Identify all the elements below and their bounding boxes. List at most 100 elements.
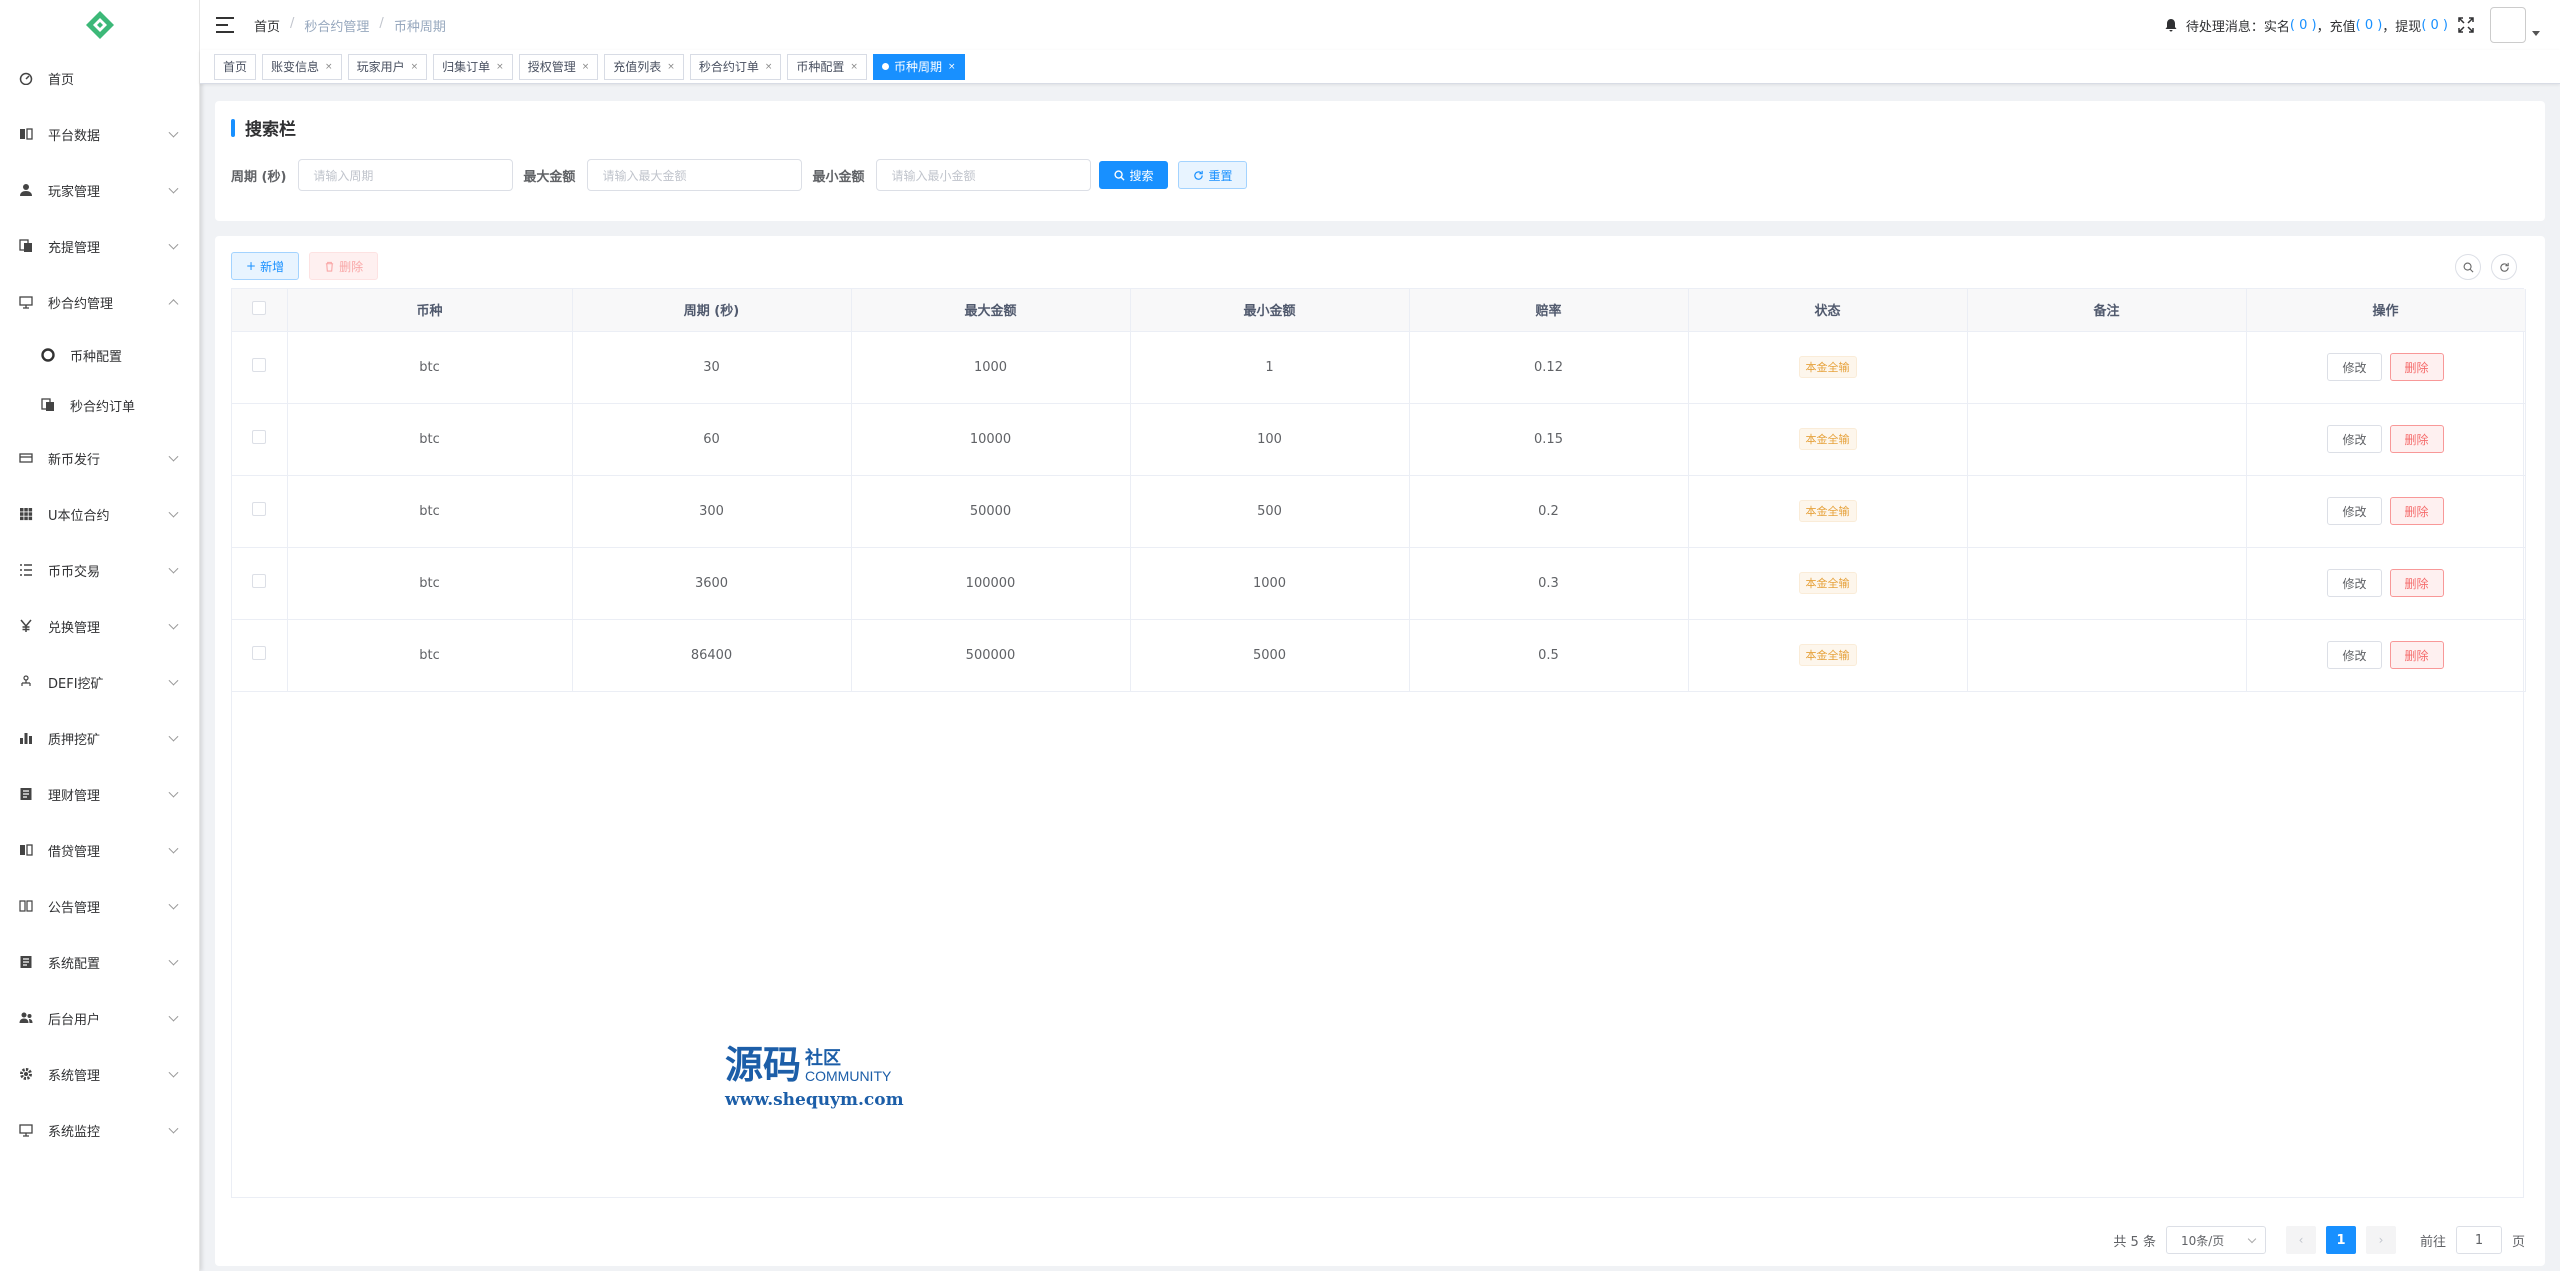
tab-1[interactable]: 账变信息 ×	[262, 53, 342, 80]
cell-remark	[1967, 619, 2247, 692]
tab-4[interactable]: 授权管理 ×	[518, 53, 599, 80]
sidebar-item-11[interactable]: DEFI挖矿	[0, 654, 199, 710]
fullscreen-icon[interactable]	[2458, 17, 2474, 33]
row-checkbox[interactable]	[252, 502, 267, 516]
search-button[interactable]: 搜索	[1099, 161, 1169, 189]
sidebar-item-16[interactable]: 系统配置	[0, 934, 199, 990]
delete-button[interactable]: 删除	[2389, 569, 2444, 597]
edit-button[interactable]: 修改	[2327, 641, 2382, 669]
withdraw-count[interactable]: ( 0 )	[2421, 18, 2448, 33]
select-all-checkbox[interactable]	[252, 300, 267, 315]
sidebar-item-17[interactable]: 后台用户	[0, 990, 199, 1046]
page-size-select[interactable]: 10条/页	[2165, 1226, 2266, 1254]
close-icon[interactable]: ×	[582, 62, 590, 72]
close-icon[interactable]: ×	[765, 62, 773, 72]
min-amount-input[interactable]: 请输入最小金额	[876, 159, 1092, 191]
tab-6[interactable]: 秒合约订单 ×	[689, 53, 782, 80]
close-icon[interactable]: ×	[411, 62, 419, 72]
row-checkbox[interactable]	[252, 358, 267, 372]
logo-icon	[85, 11, 114, 39]
delete-button[interactable]: 删除	[2389, 425, 2444, 453]
cell-coin: btc	[287, 403, 573, 476]
close-icon[interactable]: ×	[850, 62, 858, 72]
sidebar-item-0[interactable]: 首页	[0, 50, 199, 106]
sidebar-item-15[interactable]: 公告管理	[0, 878, 199, 934]
goto-label: 前往	[2419, 1234, 2446, 1250]
reset-button[interactable]: 重置	[1178, 161, 1248, 189]
sidebar-item-9[interactable]: 币币交易	[0, 542, 199, 598]
add-button[interactable]: + 新增	[231, 252, 300, 280]
cell-remark	[1967, 331, 2247, 404]
sidebar-item-5[interactable]: 币种配置	[0, 330, 199, 380]
period-input[interactable]: 请输入周期	[298, 159, 514, 191]
tab-8[interactable]: 币种周期 ×	[872, 53, 965, 80]
edit-button[interactable]: 修改	[2327, 425, 2382, 453]
sidebar-item-label: 平台数据	[48, 128, 101, 144]
goto-input[interactable]: 1	[2455, 1226, 2502, 1254]
delete-button[interactable]: 删除	[2389, 497, 2444, 525]
close-icon[interactable]: ×	[667, 62, 675, 72]
chevron-down-icon	[168, 507, 179, 518]
sidebar-item-label: 公告管理	[48, 900, 101, 916]
sidebar-item-7[interactable]: 新币发行	[0, 430, 199, 486]
max-amount-label: 最大金额	[523, 169, 576, 185]
row-checkbox[interactable]	[252, 646, 267, 660]
edit-button[interactable]: 修改	[2327, 497, 2382, 525]
bell-icon[interactable]	[2164, 18, 2178, 32]
bulk-delete-button[interactable]: 删除	[309, 252, 379, 280]
cell-actions: 修改 删除	[2246, 475, 2526, 548]
cell-odds: 0.5	[1409, 619, 1689, 692]
tab-7[interactable]: 币种配置 ×	[787, 53, 867, 80]
chevron-down-icon	[168, 1011, 179, 1022]
sidebar-item-4[interactable]: 秒合约管理	[0, 274, 199, 330]
sidebar-item-18[interactable]: 系统管理	[0, 1046, 199, 1102]
row-checkbox[interactable]	[252, 430, 267, 444]
sidebar-item-6[interactable]: 秒合约订单	[0, 380, 199, 430]
chevron-down-icon	[168, 787, 179, 798]
data-icon	[18, 126, 34, 142]
max-amount-input[interactable]: 请输入最大金额	[587, 159, 803, 191]
sidebar-item-1[interactable]: 平台数据	[0, 106, 199, 162]
recharge-count[interactable]: ( 0 )	[2356, 18, 2383, 33]
header-period: 周期 (秒)	[572, 289, 852, 332]
realname-count[interactable]: ( 0 )	[2290, 18, 2317, 33]
sidebar-item-13[interactable]: 理财管理	[0, 766, 199, 822]
goto-suffix: 页	[2511, 1234, 2525, 1250]
tab-3[interactable]: 归集订单 ×	[433, 53, 513, 80]
edit-button[interactable]: 修改	[2327, 353, 2382, 381]
hamburger-icon[interactable]	[216, 17, 234, 33]
delete-button[interactable]: 删除	[2389, 353, 2444, 381]
sidebar-item-label: DEFI挖矿	[48, 676, 104, 692]
sidebar-item-14[interactable]: 借贷管理	[0, 822, 199, 878]
sidebar-item-2[interactable]: 玩家管理	[0, 162, 199, 218]
close-icon[interactable]: ×	[325, 62, 333, 72]
refresh-button[interactable]	[2491, 254, 2517, 280]
edit-button[interactable]: 修改	[2327, 569, 2382, 597]
header-coin: 币种	[287, 289, 573, 332]
page-number[interactable]: 1	[2325, 1226, 2356, 1254]
next-page-button[interactable]: ›	[2365, 1226, 2396, 1254]
toggle-search-button[interactable]	[2455, 254, 2481, 280]
sidebar-item-3[interactable]: 充提管理	[0, 218, 199, 274]
caret-down-icon[interactable]	[2532, 31, 2540, 37]
sidebar-item-8[interactable]: U本位合约	[0, 486, 199, 542]
logo[interactable]	[0, 0, 199, 50]
watermark-main: 源码	[725, 1042, 802, 1087]
sidebar-item-10[interactable]: 兑换管理	[0, 598, 199, 654]
row-checkbox[interactable]	[252, 574, 267, 588]
tab-label: 账变信息	[271, 60, 320, 74]
close-icon[interactable]: ×	[948, 62, 956, 72]
close-icon[interactable]: ×	[496, 62, 504, 72]
row-select-cell	[232, 403, 288, 476]
avatar[interactable]	[2490, 7, 2526, 43]
tab-0[interactable]: 首页	[214, 53, 257, 80]
sidebar-item-19[interactable]: 系统监控	[0, 1102, 199, 1158]
breadcrumb-home[interactable]: 首页	[254, 16, 280, 35]
delete-button[interactable]: 删除	[2389, 641, 2444, 669]
tab-2[interactable]: 玩家用户 ×	[347, 53, 428, 80]
tab-5[interactable]: 充值列表 ×	[604, 53, 684, 80]
cell-max-amount: 10000	[851, 403, 1131, 476]
prev-page-button[interactable]: ‹	[2285, 1226, 2316, 1254]
cell-status: 本金全输	[1688, 475, 1968, 548]
sidebar-item-12[interactable]: 质押挖矿	[0, 710, 199, 766]
